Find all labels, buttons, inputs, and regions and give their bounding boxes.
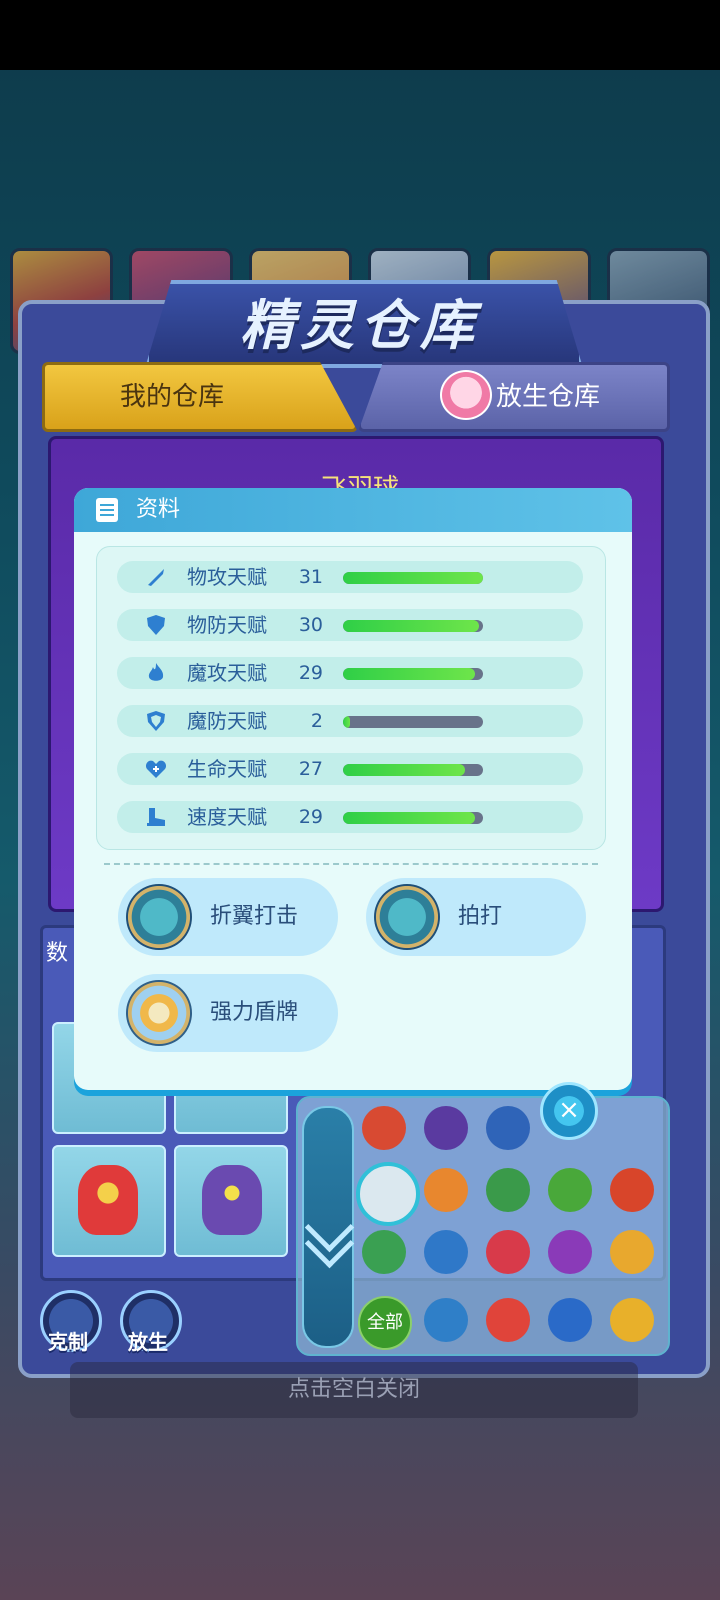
fire-icon [148, 663, 164, 681]
stat-bar-fill [343, 812, 475, 824]
ghost-type-icon[interactable] [610, 1168, 654, 1212]
stat-row-defense: 物防天赋 30 [117, 609, 583, 641]
sword-icon [148, 569, 164, 586]
stat-label: 速度天赋 [187, 805, 267, 829]
close-icon[interactable]: × [540, 1082, 598, 1140]
fighting-type-icon[interactable] [486, 1230, 530, 1274]
stat-row-attack: 物攻天赋 31 [117, 561, 583, 593]
stat-value: 30 [298, 614, 323, 636]
talent-stats: 物攻天赋 31 物防天赋 30 魔攻天赋 29 魔防天赋 2 生命天赋 27 速… [96, 546, 606, 850]
dashed-divider [104, 863, 598, 865]
leaf-type-icon[interactable] [362, 1230, 406, 1274]
stat-value: 29 [298, 662, 323, 684]
purple-cat-pet-icon [202, 1165, 262, 1235]
grass-shelter-type-icon[interactable] [548, 1168, 592, 1212]
heart-plus-icon [145, 760, 167, 778]
pet-slot[interactable] [52, 1145, 166, 1257]
stat-label: 物攻天赋 [187, 565, 267, 589]
stat-bar [343, 668, 483, 680]
stat-row-hp: 生命天赋 27 [117, 753, 583, 785]
stat-bar [343, 620, 483, 632]
stat-bar-fill [343, 668, 475, 680]
fire-type-icon[interactable] [362, 1106, 406, 1150]
stat-label: 魔防天赋 [187, 709, 267, 733]
flying-type-icon[interactable] [356, 1162, 420, 1226]
mech-type-icon[interactable] [486, 1106, 530, 1150]
skill-card[interactable]: 强力盾牌 [118, 974, 338, 1052]
wing-icon [374, 884, 440, 950]
earth-type-icon[interactable] [424, 1168, 468, 1212]
skill-label: 强力盾牌 [210, 1000, 299, 1025]
stat-bar-fill [343, 764, 465, 776]
stat-bar-fill [343, 716, 350, 728]
normal-type-icon[interactable] [424, 1298, 468, 1342]
all-types-button[interactable]: 全部 [358, 1296, 412, 1350]
stat-row-speed: 速度天赋 29 [117, 801, 583, 833]
flame-type-icon[interactable] [486, 1298, 530, 1342]
boot-icon [147, 808, 165, 826]
stat-label: 魔攻天赋 [187, 661, 267, 685]
shield-emblem-icon [126, 980, 192, 1046]
tap-to-close-hint[interactable]: 点击空白关闭 [70, 1362, 638, 1418]
bug-type-icon[interactable] [486, 1168, 530, 1212]
stat-bar [343, 764, 483, 776]
skill-card[interactable]: 拍打 [366, 878, 586, 956]
stat-label: 物防天赋 [187, 613, 267, 637]
document-icon [96, 498, 118, 522]
magic-shield-icon [147, 711, 165, 731]
light-type-icon[interactable] [610, 1230, 654, 1274]
status-bar [0, 0, 720, 70]
pet-info-dialog: 资料 物攻天赋 31 物防天赋 30 魔攻天赋 29 魔防天赋 2 生命天赋 2… [74, 488, 632, 1090]
stat-value: 27 [298, 758, 323, 780]
skill-label: 折翼打击 [210, 904, 299, 929]
stat-row-magic-defense: 魔防天赋 2 [117, 705, 583, 737]
stat-bar [343, 812, 483, 824]
tab-my-warehouse-label[interactable]: 我的仓库 [42, 362, 302, 426]
stat-bar-fill [343, 620, 479, 632]
stat-value: 29 [298, 806, 323, 828]
electric-type-icon[interactable] [610, 1298, 654, 1342]
skill-label: 拍打 [458, 904, 503, 929]
stat-value: 2 [310, 710, 323, 732]
stat-bar [343, 572, 483, 584]
pink-pet-avatar-icon [440, 370, 492, 420]
stat-row-magic-attack: 魔攻天赋 29 [117, 657, 583, 689]
poison-type-icon[interactable] [548, 1230, 592, 1274]
red-bunny-pet-icon [78, 1165, 138, 1235]
skill-card[interactable]: 折翼打击 [118, 878, 338, 956]
tab-release-warehouse-label[interactable]: 放生仓库 [496, 362, 656, 426]
shield-icon [147, 615, 165, 635]
stat-bar-fill [343, 572, 483, 584]
pet-slot[interactable] [174, 1145, 288, 1257]
demon-type-icon[interactable] [424, 1106, 468, 1150]
page-title: 精灵仓库 [240, 293, 480, 357]
counter-button-label[interactable]: 克制 [33, 1326, 103, 1355]
stat-bar [343, 716, 483, 728]
ice-type-icon[interactable] [424, 1230, 468, 1274]
stat-value: 31 [298, 566, 323, 588]
dialog-title: 资料 [136, 497, 181, 522]
wind-type-icon[interactable] [548, 1298, 592, 1342]
release-button-label[interactable]: 放生 [113, 1326, 183, 1355]
stat-label: 生命天赋 [187, 757, 267, 781]
wing-icon [126, 884, 192, 950]
